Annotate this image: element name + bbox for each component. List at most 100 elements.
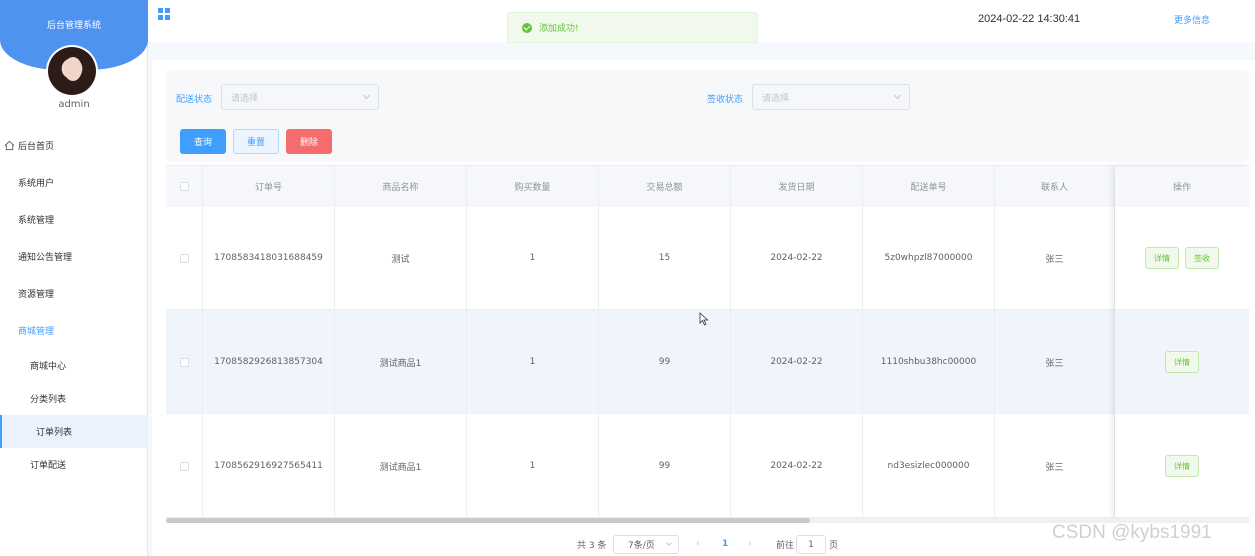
contact-cell: 张三 xyxy=(995,206,1115,310)
product-cell: 测试 xyxy=(335,206,467,310)
product-cell: 测试商品1 xyxy=(335,310,467,414)
sidebar-item-mall[interactable]: 商城管理 xyxy=(0,312,148,349)
chevron-down-icon xyxy=(893,91,902,100)
watermark: CSDN @kybs1991 xyxy=(1052,522,1212,543)
total-cell: 15 xyxy=(599,206,731,310)
sidebar-item-label: 后台首页 xyxy=(18,142,55,152)
column-header: 联系人 xyxy=(995,166,1115,206)
sidebar-subitem-order-list[interactable]: 订单列表 xyxy=(0,415,148,448)
column-header: 交易总额 xyxy=(599,166,731,206)
more-info-link[interactable]: 更多信息 xyxy=(1174,13,1210,26)
orders-table: 订单号 商品名称 购买数量 交易总额 发货日期 配送单号 联系人 操作 1708… xyxy=(166,165,1249,518)
sidebar-item-resources[interactable]: 资源管理 xyxy=(0,275,148,312)
horizontal-scrollbar[interactable] xyxy=(166,518,810,523)
goto-label: 前往 xyxy=(776,540,795,551)
chevron-down-icon xyxy=(666,540,672,546)
page-suffix: 页 xyxy=(829,540,839,551)
ship-date-cell: 2024-02-22 xyxy=(731,414,863,518)
pagination-total: 共 3 条 xyxy=(577,540,607,551)
actions-cell: 详情 xyxy=(1115,310,1249,414)
select-placeholder: 请选择 xyxy=(231,93,259,104)
home-icon xyxy=(4,140,15,151)
row-select-cell xyxy=(166,414,203,518)
mouse-cursor-icon xyxy=(699,312,709,326)
qty-cell: 1 xyxy=(467,206,599,310)
sidebar-subitem-order-delivery[interactable]: 订单配送 xyxy=(0,448,148,481)
current-datetime: 2024-02-22 14:30:41 xyxy=(978,13,1081,25)
sidebar-item-label: 系统管理 xyxy=(18,216,55,226)
sidebar-item-home[interactable]: 后台首页 xyxy=(0,127,148,164)
sidebar-item-label: 订单配送 xyxy=(30,461,67,471)
grid-menu-icon[interactable] xyxy=(157,7,171,21)
sign-button[interactable]: 签收 xyxy=(1185,247,1219,269)
receipt-status-select[interactable]: 请选择 xyxy=(752,84,910,110)
table-row: 1708583418031688459 测试 1 15 2024-02-22 5… xyxy=(166,206,1249,310)
column-header: 订单号 xyxy=(203,166,335,206)
order-no-cell: 1708583418031688459 xyxy=(203,206,335,310)
row-select-cell xyxy=(166,310,203,414)
column-header: 购买数量 xyxy=(467,166,599,206)
toast-message: 添加成功! xyxy=(539,24,579,34)
sidebar-item-label: 商城中心 xyxy=(30,362,67,372)
sidebar-item-label: 订单列表 xyxy=(36,428,73,438)
qty-cell: 1 xyxy=(467,414,599,518)
delete-button[interactable]: 删除 xyxy=(286,129,332,154)
product-cell: 测试商品1 xyxy=(335,414,467,518)
tracking-cell: 1110shbu38hc00000 xyxy=(863,310,995,414)
receipt-status-label: 签收状态 xyxy=(707,95,744,105)
avatar[interactable] xyxy=(46,45,98,97)
sidebar-item-label: 商城管理 xyxy=(18,327,55,337)
success-toast: 添加成功! xyxy=(507,12,758,43)
sidebar-item-label: 资源管理 xyxy=(18,290,55,300)
goto-page-input[interactable]: 1 xyxy=(796,535,826,554)
column-header: 发货日期 xyxy=(731,166,863,206)
page-number-current[interactable]: 1 xyxy=(722,535,728,553)
row-checkbox[interactable] xyxy=(179,253,189,263)
column-header: 配送单号 xyxy=(863,166,995,206)
row-checkbox[interactable] xyxy=(179,357,189,367)
query-button[interactable]: 查询 xyxy=(180,129,226,154)
table-row: 1708562916927565411 测试商品1 1 99 2024-02-2… xyxy=(166,414,1249,518)
success-check-icon xyxy=(522,22,532,33)
select-placeholder: 请选择 xyxy=(762,93,790,104)
qty-cell: 1 xyxy=(467,310,599,414)
total-cell: 99 xyxy=(599,310,731,414)
row-checkbox[interactable] xyxy=(179,461,189,471)
delivery-status-label: 配送状态 xyxy=(176,95,213,105)
contact-cell: 张三 xyxy=(995,310,1115,414)
sidebar-menu: 后台首页 系统用户 系统管理 通知公告管理 资源管理 商城管理 商城中心 分类列… xyxy=(0,127,148,481)
row-select-cell xyxy=(166,206,203,310)
detail-button[interactable]: 详情 xyxy=(1165,351,1199,373)
chevron-down-icon xyxy=(362,91,371,100)
total-cell: 99 xyxy=(599,414,731,518)
ship-date-cell: 2024-02-22 xyxy=(731,310,863,414)
sidebar-subitem-mall-center[interactable]: 商城中心 xyxy=(0,349,148,382)
sidebar-item-label: 通知公告管理 xyxy=(18,253,73,263)
tracking-cell: nd3esizlec000000 xyxy=(863,414,995,518)
column-header: 商品名称 xyxy=(335,166,467,206)
detail-button[interactable]: 详情 xyxy=(1145,247,1179,269)
sidebar-subitem-category-list[interactable]: 分类列表 xyxy=(0,382,148,415)
contact-cell: 张三 xyxy=(995,414,1115,518)
page-size-select[interactable]: 7条/页 xyxy=(613,535,679,554)
sidebar-item-notices[interactable]: 通知公告管理 xyxy=(0,238,148,275)
actions-cell: 详情 xyxy=(1115,414,1249,518)
order-no-cell: 1708582926813857304 xyxy=(203,310,335,414)
ship-date-cell: 2024-02-22 xyxy=(731,206,863,310)
next-page-button[interactable]: › xyxy=(748,535,752,553)
table-header: 订单号 商品名称 购买数量 交易总额 发货日期 配送单号 联系人 操作 xyxy=(166,166,1249,206)
sidebar-item-system-users[interactable]: 系统用户 xyxy=(0,164,148,201)
detail-button[interactable]: 详情 xyxy=(1165,455,1199,477)
order-no-cell: 1708562916927565411 xyxy=(203,414,335,518)
username: admin xyxy=(58,99,90,110)
sidebar-item-label: 系统用户 xyxy=(18,179,55,189)
select-all-cell xyxy=(166,166,203,206)
select-all-checkbox[interactable] xyxy=(179,181,189,191)
column-header: 操作 xyxy=(1172,182,1191,193)
page-size-value: 7条/页 xyxy=(628,541,655,551)
sidebar-item-system-management[interactable]: 系统管理 xyxy=(0,201,148,238)
reset-button[interactable]: 重置 xyxy=(233,129,279,154)
actions-cell: 详情 签收 xyxy=(1115,206,1249,310)
delivery-status-select[interactable]: 请选择 xyxy=(221,84,379,110)
prev-page-button[interactable]: ‹ xyxy=(696,535,700,553)
